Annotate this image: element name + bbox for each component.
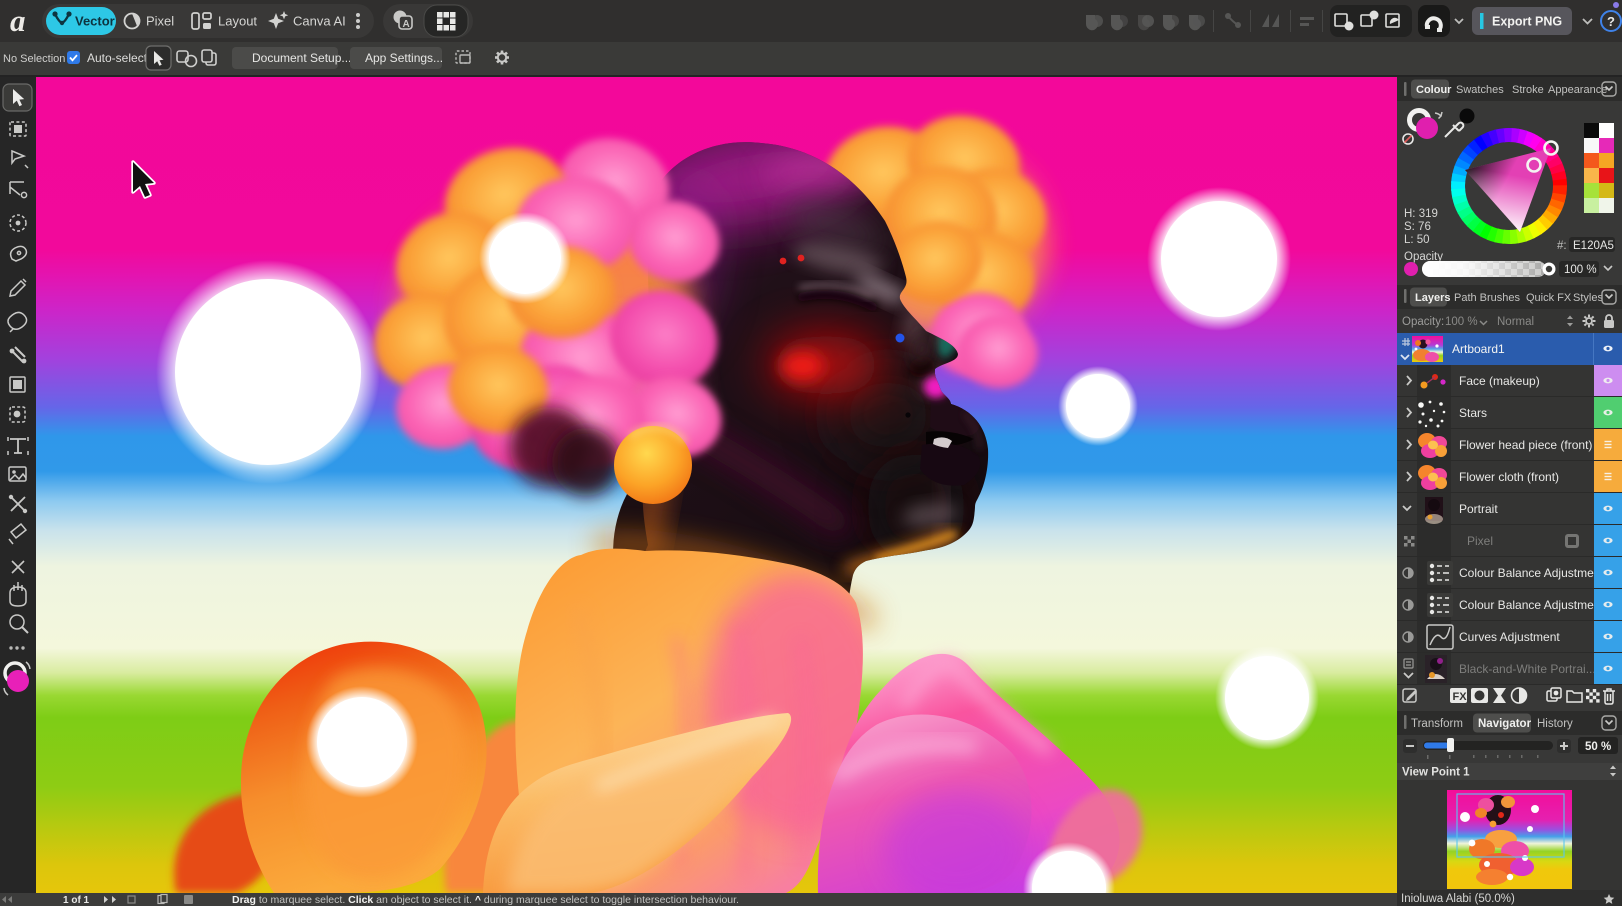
svg-text:Auto-select:: Auto-select: bbox=[87, 51, 150, 65]
svg-text:?: ? bbox=[1607, 14, 1615, 29]
svg-text:Portrait: Portrait bbox=[1459, 502, 1498, 516]
svg-text:Opacity:: Opacity: bbox=[1402, 316, 1444, 328]
svg-text:FX: FX bbox=[1453, 691, 1468, 703]
svg-text:A: A bbox=[403, 19, 410, 30]
svg-text:Drag to marquee select. Click: Drag to marquee select. Click an object … bbox=[232, 894, 739, 906]
svg-text:Pixel: Pixel bbox=[146, 14, 174, 29]
svg-text:#:: #: bbox=[1557, 240, 1567, 252]
svg-text:1 of 1: 1 of 1 bbox=[63, 895, 90, 906]
svg-text:Canva AI: Canva AI bbox=[293, 14, 346, 29]
svg-text:a: a bbox=[10, 3, 26, 38]
svg-text:100 %: 100 % bbox=[1564, 264, 1597, 276]
svg-text:Navigator: Navigator bbox=[1478, 718, 1532, 730]
svg-text:Layers: Layers bbox=[1415, 292, 1450, 304]
svg-text:Black-and-White Portrai...: Black-and-White Portrai... bbox=[1459, 662, 1596, 676]
svg-text:History: History bbox=[1537, 718, 1573, 730]
svg-text:Stars: Stars bbox=[1459, 406, 1487, 420]
svg-text:Document Setup...: Document Setup... bbox=[252, 51, 351, 65]
svg-text:Appearance: Appearance bbox=[1548, 84, 1607, 96]
svg-text:Path Brushes: Path Brushes bbox=[1454, 292, 1521, 304]
svg-text:Swatches: Swatches bbox=[1456, 84, 1504, 96]
svg-text:Face (makeup): Face (makeup) bbox=[1459, 374, 1540, 388]
svg-text:Normal: Normal bbox=[1497, 316, 1534, 328]
svg-text:E120A5: E120A5 bbox=[1573, 240, 1614, 252]
svg-text:Vector: Vector bbox=[75, 14, 115, 29]
svg-text:Transform: Transform bbox=[1411, 718, 1463, 730]
svg-text:Stroke: Stroke bbox=[1512, 84, 1544, 96]
svg-text:App Settings...: App Settings... bbox=[365, 51, 443, 65]
svg-text:Colour Balance Adjustmen: Colour Balance Adjustmen bbox=[1459, 598, 1600, 612]
svg-text:Quick FX: Quick FX bbox=[1526, 292, 1572, 304]
svg-text:50 %: 50 % bbox=[1585, 741, 1611, 753]
svg-text:Colour Balance Adjustmen: Colour Balance Adjustmen bbox=[1459, 566, 1600, 580]
svg-text:L: 50: L: 50 bbox=[1404, 234, 1430, 246]
svg-text:H: 319: H: 319 bbox=[1404, 208, 1438, 220]
svg-text:Artboard1: Artboard1 bbox=[1452, 342, 1505, 356]
svg-text:Export PNG: Export PNG bbox=[1492, 15, 1562, 29]
svg-text:Layout: Layout bbox=[218, 14, 257, 29]
svg-text:View Point 1: View Point 1 bbox=[1402, 767, 1470, 779]
svg-text:Styles: Styles bbox=[1573, 292, 1603, 304]
svg-text:Inioluwa Alabi (50.0%): Inioluwa Alabi (50.0%) bbox=[1401, 893, 1515, 905]
svg-text:No Selection: No Selection bbox=[3, 53, 65, 65]
svg-text:Curves Adjustment: Curves Adjustment bbox=[1459, 630, 1560, 644]
svg-text:S: 76: S: 76 bbox=[1404, 221, 1431, 233]
svg-text:Flower head piece (front): Flower head piece (front) bbox=[1459, 438, 1592, 452]
svg-text:100 %: 100 % bbox=[1445, 316, 1478, 328]
svg-text:Pixel: Pixel bbox=[1467, 534, 1493, 548]
svg-text:Colour: Colour bbox=[1416, 84, 1452, 96]
svg-text:Flower cloth (front): Flower cloth (front) bbox=[1459, 470, 1559, 484]
